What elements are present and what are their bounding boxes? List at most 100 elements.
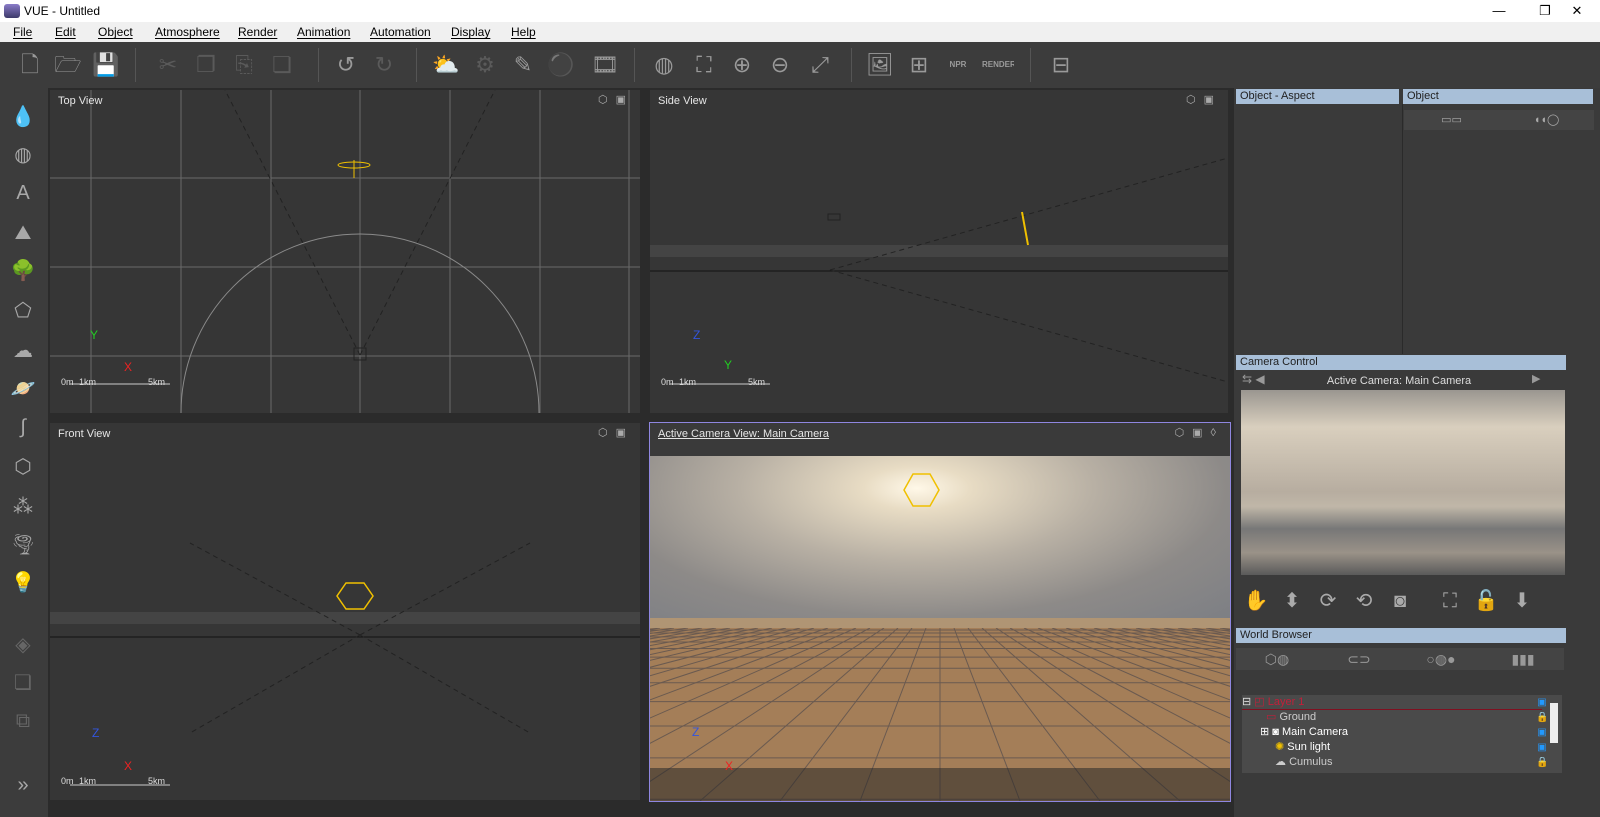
viewport-label: Active Camera View: Main Camera — [658, 428, 829, 440]
viewport-options-icons[interactable]: ⬡▣ — [598, 427, 634, 439]
frame-icon[interactable]: ⛶ — [1432, 586, 1468, 616]
menu-edit[interactable]: Edit — [55, 25, 76, 39]
npr-render-icon[interactable]: NPR — [942, 49, 974, 81]
terrain-icon[interactable]: ⛰ — [6, 216, 40, 250]
axis-x-label: X — [124, 759, 133, 773]
ecosystem-icon[interactable]: ⁂ — [6, 490, 40, 524]
atmosphere-icon[interactable]: ⛅ — [430, 49, 462, 81]
render-icon[interactable]: RENDER — [982, 49, 1014, 81]
viewport-options-icons[interactable]: ⬡▣ — [598, 94, 634, 106]
front-view-viewport[interactable]: Front View ⬡▣ Z X 0m 1km 5km — [50, 423, 640, 800]
visibility-toggle[interactable]: ▣ — [1536, 727, 1548, 739]
metablob-icon[interactable]: ⧉ — [6, 704, 40, 738]
plant-icon[interactable]: 🌳 — [6, 254, 40, 288]
menu-object[interactable]: Object — [98, 25, 133, 39]
rotate-icon[interactable]: ⟳ — [1310, 586, 1346, 616]
expand-icon[interactable]: » — [6, 768, 40, 802]
ruler-tab-icon[interactable]: ▭▭ — [1404, 110, 1499, 130]
camera-control-panel: Camera Control ⇆ ◀ Active Camera: Main C… — [1234, 354, 1600, 626]
tree-item-main-camera[interactable]: ⊞ ◙ Main Camera — [1242, 725, 1542, 740]
maximize-icon[interactable]: ⤢ — [804, 49, 836, 81]
world-browser-tabs[interactable]: ⬡◍ ⊂⊃ ○◍● ▮▮▮ — [1236, 648, 1564, 670]
paste-icon[interactable]: ⎘ — [228, 49, 260, 81]
snapshot-icon[interactable]: ◙ — [1382, 586, 1418, 616]
viewport-label: Top View — [58, 95, 103, 107]
axis-y-label: Y — [90, 328, 99, 342]
boolean-icon[interactable]: ◈ — [6, 628, 40, 662]
planet-icon[interactable]: 🪐 — [6, 372, 40, 406]
scrollbar[interactable] — [1550, 703, 1558, 743]
render-area-icon[interactable]: ⊞ — [903, 49, 935, 81]
unlock-icon[interactable]: 🔓 — [1468, 586, 1504, 616]
path-icon[interactable]: ∫ — [6, 410, 40, 444]
world-browser-panel: World Browser ⬡◍ ⊂⊃ ○◍● ▮▮▮ ⊟ ◰ Layer 1 … — [1234, 626, 1600, 817]
objects-tab-icon[interactable]: ⬡◍ — [1236, 648, 1318, 670]
text-icon[interactable]: A — [6, 176, 40, 210]
moon-phases-tab-icon[interactable]: ◖◖◯ — [1499, 110, 1594, 130]
menu-automation[interactable]: Automation — [370, 25, 431, 39]
light-icon[interactable]: 💡 — [6, 566, 40, 600]
close-button[interactable]: ✕ — [1554, 0, 1600, 22]
sphere-icon[interactable]: ◍ — [6, 138, 40, 172]
viewport-options-icons[interactable]: ⬡▣ — [1186, 94, 1222, 106]
menu-help[interactable]: Help — [511, 25, 536, 39]
render-gallery-icon[interactable]: 🖼 — [864, 49, 896, 81]
duplicate-icon[interactable]: ❏ — [266, 49, 298, 81]
roll-icon[interactable]: ⟲ — [1346, 586, 1382, 616]
copy-icon[interactable]: ❐ — [190, 49, 222, 81]
tree-item-layer[interactable]: ⊟ ◰ Layer 1 — [1242, 695, 1542, 710]
camera-view-viewport[interactable]: Active Camera View: Main Camera ⬡▣◊ Z X — [649, 422, 1231, 802]
dolly-icon[interactable]: ⬍ — [1274, 586, 1310, 616]
redo-icon[interactable]: ↻ — [368, 49, 400, 81]
tree-item-sun-light[interactable]: ✺ Sun light — [1242, 740, 1542, 755]
water-icon[interactable]: 💧 — [6, 100, 40, 134]
film-icon[interactable]: 🎞 — [589, 49, 621, 81]
menu-animation[interactable]: Animation — [297, 25, 350, 39]
wind-icon[interactable]: 🌪 — [6, 528, 40, 562]
cube-icon[interactable]: ⬡ — [6, 450, 40, 484]
tree-item-cumulus[interactable]: ☁ Cumulus — [1242, 755, 1542, 770]
scale-5: 5km — [148, 776, 166, 786]
visibility-toggle[interactable]: ▣ — [1536, 697, 1548, 709]
links-tab-icon[interactable]: ⊂⊃ — [1318, 648, 1400, 670]
side-view-viewport[interactable]: Side View ⬡▣ Z Y 0m 1km 5km — [650, 90, 1228, 413]
camera-nav-tools[interactable]: ✋ ⬍ ⟳ ⟲ ◙ ⛶ 🔓 ⬇ — [1238, 586, 1568, 616]
main-toolbar: 🗋 🗁 💾 ✂ ❐ ⎘ ❏ ↺ ↻ ⛅ ⚙ ✎ ⚫ 🎞 ◍ ⛶ ⊕ ⊖ ⤢ 🖼 ⊞ NPR RENDER ⊟ — [0, 42, 1600, 88]
rock-icon[interactable]: ⬠ — [6, 294, 40, 328]
axis-x-label: X — [124, 360, 133, 374]
material-brush-icon[interactable]: ✎ — [507, 49, 539, 81]
frame-all-icon[interactable]: ⛶ — [688, 49, 720, 81]
cloud-icon[interactable]: ☁ — [6, 334, 40, 368]
lock-icon[interactable]: 🔒 — [1536, 712, 1548, 724]
viewport-options-icons[interactable]: ⬡▣◊ — [1175, 427, 1224, 439]
globe-icon[interactable]: ◍ — [648, 49, 680, 81]
object-tabs[interactable]: ▭▭ ◖◖◯ — [1404, 110, 1594, 130]
zoom-out-icon[interactable]: ⊖ — [764, 49, 796, 81]
top-view-viewport[interactable]: Top View ⬡▣ Y X 0m 1km 5km — [50, 90, 640, 413]
visibility-toggle[interactable]: ▣ — [1536, 742, 1548, 754]
materials-icon[interactable]: ⚫ — [545, 49, 577, 81]
zoom-in-icon[interactable]: ⊕ — [726, 49, 758, 81]
library-tab-icon[interactable]: ▮▮▮ — [1482, 648, 1564, 670]
cut-icon[interactable]: ✂ — [152, 49, 184, 81]
tree-item-ground[interactable]: ▭ Ground — [1242, 710, 1542, 725]
pan-hand-icon[interactable]: ✋ — [1238, 586, 1274, 616]
menu-display[interactable]: Display — [451, 25, 490, 39]
function-icon[interactable]: ⚙ — [469, 49, 501, 81]
menu-render[interactable]: Render — [238, 25, 277, 39]
next-camera-icon[interactable]: ▶ — [1532, 372, 1540, 386]
lock-icon[interactable]: 🔒 — [1536, 757, 1548, 769]
store-camera-icon[interactable]: ⬇ — [1504, 586, 1540, 616]
menu-atmosphere[interactable]: Atmosphere — [155, 25, 220, 39]
save-icon[interactable]: 💾 — [90, 49, 122, 81]
undo-icon[interactable]: ↺ — [330, 49, 362, 81]
toolbar-separator — [318, 48, 319, 82]
open-folder-icon[interactable]: 🗁 — [52, 49, 84, 81]
new-file-icon[interactable]: 🗋 — [14, 49, 46, 81]
group-icon[interactable]: ❏ — [6, 666, 40, 700]
materials-tab-icon[interactable]: ○◍● — [1400, 648, 1482, 670]
app-logo — [4, 4, 20, 18]
minimize-button[interactable]: — — [1476, 0, 1522, 22]
layout-icon[interactable]: ⊟ — [1045, 49, 1077, 81]
menu-file[interactable]: File — [13, 25, 32, 39]
